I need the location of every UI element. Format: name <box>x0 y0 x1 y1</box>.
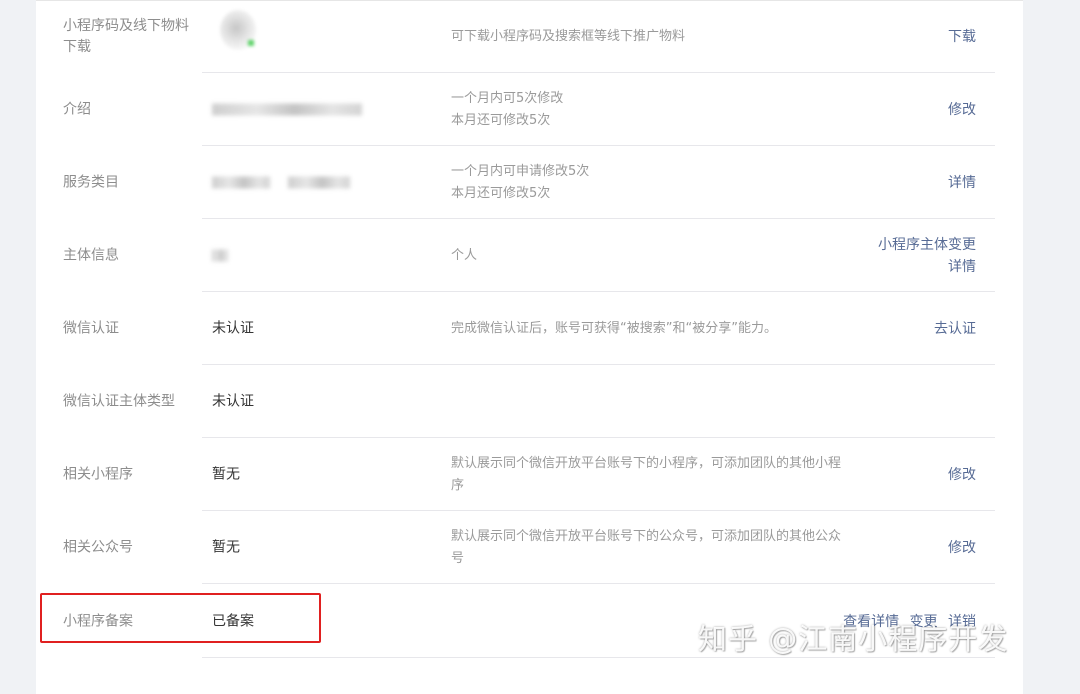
subject-actions: 小程序主体变更 详情 <box>878 234 976 278</box>
row-label: 微信认证主体类型 <box>63 393 175 409</box>
row-divider <box>202 583 995 584</box>
go-verify-link[interactable]: 去认证 <box>934 318 976 340</box>
row-label: 主体信息 <box>63 247 119 263</box>
row-verification-subject-type: 微信认证主体类型 未认证 <box>36 365 1023 438</box>
row-description: 可下载小程序码及搜索框等线下推广物料 <box>451 28 686 44</box>
row-label: 相关小程序 <box>63 466 133 482</box>
zhihu-watermark: 知乎 @江南小程序开发 <box>698 622 1009 656</box>
verification-subject-type-value: 未认证 <box>212 393 254 409</box>
row-related-official-accounts: 相关公众号 暂无 默认展示同个微信开放平台账号下的公众号，可添加团队的其他公众 … <box>36 511 1023 584</box>
row-intro: 介绍 一个月内可5次修改 本月还可修改5次 修改 <box>36 73 1023 146</box>
verification-status: 未认证 <box>212 320 254 336</box>
row-qrcode-download: 小程序码及线下物料下载 可下载小程序码及搜索框等线下推广物料 下载 <box>36 0 1023 73</box>
row-label: 微信认证 <box>63 320 119 336</box>
edit-intro-link[interactable]: 修改 <box>948 99 976 121</box>
qrcode-thumbnail <box>220 10 256 50</box>
related-miniprograms-value: 暂无 <box>212 466 240 482</box>
row-wechat-verification: 微信认证 未认证 完成微信认证后，账号可获得“被搜索”和“被分享”能力。 去认证 <box>36 292 1023 365</box>
row-label: 介绍 <box>63 101 91 117</box>
row-label: 小程序码及线下物料下载 <box>63 17 189 55</box>
category-details-link[interactable]: 详情 <box>948 172 976 194</box>
row-description: 默认展示同个微信开放平台账号下的公众号，可添加团队的其他公众 号 <box>451 528 842 566</box>
edit-related-miniprograms-link[interactable]: 修改 <box>948 464 976 486</box>
row-description: 完成微信认证后，账号可获得“被搜索”和“被分享”能力。 <box>451 320 777 336</box>
subject-details-link[interactable]: 详情 <box>878 256 976 278</box>
row-subject-info: 主体信息 个人 小程序主体变更 详情 <box>36 219 1023 292</box>
related-accounts-value: 暂无 <box>212 539 240 555</box>
row-description: 一个月内可申请修改5次 本月还可修改5次 <box>451 163 590 201</box>
row-service-category: 服务类目 一个月内可申请修改5次 本月还可修改5次 详情 <box>36 146 1023 219</box>
subject-change-link[interactable]: 小程序主体变更 <box>878 234 976 256</box>
row-label: 相关公众号 <box>63 539 133 555</box>
edit-related-accounts-link[interactable]: 修改 <box>948 537 976 559</box>
row-description: 默认展示同个微信开放平台账号下的小程序，可添加团队的其他小程 序 <box>451 455 842 493</box>
category-value-redacted <box>212 172 432 193</box>
download-link[interactable]: 下载 <box>948 26 976 48</box>
intro-value-redacted <box>212 99 432 120</box>
filing-highlight-box <box>40 593 321 643</box>
row-related-miniprograms: 相关小程序 暂无 默认展示同个微信开放平台账号下的小程序，可添加团队的其他小程 … <box>36 438 1023 511</box>
row-description: 一个月内可5次修改 本月还可修改5次 <box>451 90 564 128</box>
row-description: 个人 <box>451 247 478 263</box>
subject-value-redacted <box>212 245 432 266</box>
settings-panel: 小程序码及线下物料下载 可下载小程序码及搜索框等线下推广物料 下载 介绍 一个月… <box>36 4 1023 694</box>
row-label: 服务类目 <box>63 174 119 190</box>
